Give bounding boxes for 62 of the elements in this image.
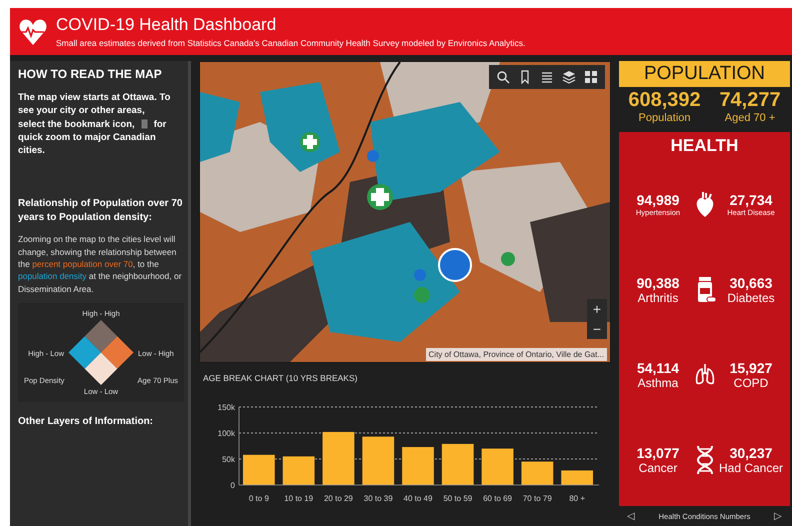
- axis-tick-label: 50 to 59: [443, 494, 472, 503]
- grid-icon[interactable]: [584, 70, 598, 84]
- axis-tick-label: 80 +: [569, 494, 585, 503]
- guide-paragraph: Zooming on the map to the cities level will change, showing the relationship between the percent population over 70, to the population density at the neighbourhood, or Dissemination Area.: [18, 233, 183, 296]
- guide-heading: HOW TO READ THE MAP: [18, 67, 163, 81]
- stat-value: 94,989: [636, 192, 680, 208]
- list-icon[interactable]: [540, 70, 554, 84]
- axis-tick-label: 0: [230, 481, 235, 490]
- search-icon[interactable]: [496, 70, 510, 84]
- bookmark-icon: [140, 119, 148, 130]
- layers-icon[interactable]: [562, 70, 576, 84]
- stat-label: COPD: [732, 376, 770, 390]
- axis-tick-label: 70 to 79: [522, 494, 552, 503]
- guide-intro-text: for: [154, 118, 166, 131]
- bar: [561, 470, 593, 485]
- stat-value: 13,077: [636, 444, 680, 460]
- axis-tick-label: 20 to 29: [324, 494, 353, 503]
- bar: [362, 436, 394, 485]
- stat-value: 30,663: [728, 274, 774, 290]
- stat-label: Cancer: [638, 460, 678, 474]
- stat-value: 30,237: [728, 444, 774, 460]
- stat-label: Diabetes: [726, 290, 776, 304]
- dashboard-title: COVID-19 Health Dashboard: [56, 15, 278, 35]
- map-attribution: City of Ottawa, Province of Ontario, Ville de Gat...: [426, 348, 607, 361]
- bar: [243, 454, 275, 485]
- guide-subheading: Relationship of Population over 70 years to Population density:: [18, 197, 184, 226]
- axis-tick-label: 40 to 49: [404, 494, 432, 503]
- population-heading: POPULATION: [619, 61, 790, 87]
- axis-tick-label: 150k: [218, 403, 235, 412]
- next-button[interactable]: ▷: [772, 510, 784, 522]
- stat-label: Population: [638, 112, 692, 124]
- stat-value: 74,277: [719, 89, 781, 112]
- bar: [402, 447, 434, 485]
- previous-button[interactable]: ◁: [625, 510, 637, 522]
- heart-pulse-icon: [18, 16, 48, 46]
- stat-value: 54,114: [636, 360, 680, 376]
- stat-label: Aged 70 +: [724, 112, 776, 124]
- stat-value: 15,927: [728, 360, 774, 376]
- stat-value: 27,734: [728, 192, 774, 208]
- axis-tick-label: 60 to 69: [483, 494, 512, 503]
- bar: [482, 448, 514, 485]
- bar: [442, 444, 474, 485]
- stat-value: 608,392: [628, 89, 701, 112]
- axis-tick-label: 10 to 19: [284, 494, 314, 503]
- guide-heading: Other Layers of Information:: [18, 416, 154, 428]
- health-heading: HEALTH: [670, 136, 740, 156]
- chart-title: AGE BREAK CHART (10 YRS BREAKS): [203, 373, 358, 383]
- axis-tick-label: 50k: [222, 455, 235, 464]
- bar: [521, 462, 554, 485]
- bar: [322, 432, 354, 485]
- axis-tick-label: 0 to 9: [248, 494, 269, 503]
- stat-label: Asthma: [636, 376, 680, 390]
- axis-tick-label: 100k: [218, 429, 235, 438]
- guide-intro-text: select the bookmark icon,: [18, 118, 135, 131]
- stat-label: Arthritis: [636, 290, 680, 304]
- dashboard-subtitle: Small area estimates derived from Statistics Canada's Canadian Community Health Survey modeled by Environics Analytics.: [56, 38, 526, 48]
- axis-tick-label: 30 to 39: [364, 494, 393, 503]
- guide-intro-text: quick zoom to major Canadian cities.: [18, 130, 157, 158]
- bar: [282, 456, 315, 485]
- stat-label: Had Cancer: [718, 460, 784, 474]
- map-view[interactable]: + − City of Ottawa, Province of Ontario, Ville de Gat...: [199, 61, 611, 363]
- stat-value: 90,388: [636, 274, 680, 290]
